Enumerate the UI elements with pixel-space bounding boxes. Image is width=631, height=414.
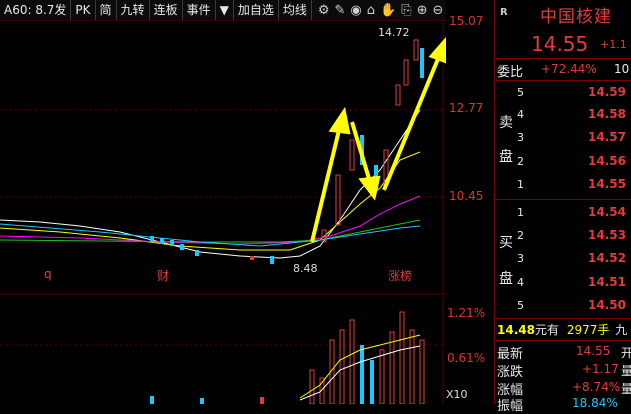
weibi-value: +72.44% xyxy=(541,62,597,76)
quote-suffix-2: 量 xyxy=(621,382,631,396)
event-button[interactable]: 事件 xyxy=(183,0,216,20)
sell-price[interactable]: 14.59 xyxy=(588,85,626,99)
add-watchlist-button[interactable]: 加自选 xyxy=(234,0,279,20)
queue-text: 元有 xyxy=(534,323,559,337)
divider xyxy=(494,58,631,59)
sell-level: 5 xyxy=(517,86,524,99)
quote-value-amp: 18.84% xyxy=(572,396,618,410)
hand-icon[interactable]: ✋ xyxy=(380,3,396,18)
ma-button[interactable]: 均线 xyxy=(279,0,312,20)
sell-price[interactable]: 14.55 xyxy=(588,177,626,191)
quote-suffix-0: 开 xyxy=(621,346,631,360)
buy-level: 5 xyxy=(517,299,524,312)
sell-level: 1 xyxy=(517,178,524,191)
price-tick-top: 15.07 xyxy=(449,14,484,28)
queue-qty: 2977手 xyxy=(566,323,610,337)
buy-side-label-1: 买 xyxy=(499,235,513,251)
buy-price[interactable]: 14.54 xyxy=(588,205,626,219)
volume-tick-top: 1.21% xyxy=(447,306,486,320)
order-queue-row: 14.48元有 2977手 九 xyxy=(497,321,627,338)
buy-price[interactable]: 14.53 xyxy=(588,228,626,242)
sell-level: 3 xyxy=(517,131,524,144)
sell-price[interactable]: 14.57 xyxy=(588,130,626,144)
buy-level: 1 xyxy=(517,206,524,219)
jiuzhuan-button[interactable]: 九转 xyxy=(117,0,150,20)
zoom-factor: X10 xyxy=(446,388,468,401)
buy-price[interactable]: 14.51 xyxy=(588,275,626,289)
lianban-button[interactable]: 连板 xyxy=(150,0,183,20)
price-tick-low: 10.45 xyxy=(449,189,484,203)
lock-icon[interactable]: ⌂ xyxy=(367,3,375,18)
buy-side-label-2: 盘 xyxy=(499,271,513,287)
sell-price[interactable]: 14.56 xyxy=(588,154,626,168)
price-change: +1.1 xyxy=(600,38,627,51)
low-price-label: 8.48 xyxy=(293,262,318,275)
dropdown-arrow-button[interactable]: ▼ xyxy=(216,0,234,20)
quote-label-latest: 最新 xyxy=(497,347,524,362)
quote-value-pct: +8.74% xyxy=(572,380,621,394)
quote-label-amp: 振幅 xyxy=(497,399,524,414)
weibi-extra: 10 xyxy=(614,62,630,76)
buy-price[interactable]: 14.50 xyxy=(588,298,626,312)
sell-level: 2 xyxy=(517,155,524,168)
quote-label-change: 涨跌 xyxy=(497,365,524,380)
current-price: 14.55 xyxy=(531,32,589,56)
event-marker-finance[interactable]: 财 xyxy=(157,267,169,284)
sell-price[interactable]: 14.58 xyxy=(588,107,626,121)
event-marker-q[interactable]: q xyxy=(44,267,52,281)
quote-value-latest: 14.55 xyxy=(576,344,611,358)
divider xyxy=(494,199,631,200)
divider xyxy=(494,80,631,81)
buy-level: 3 xyxy=(517,252,524,265)
stock-name: 中国核建 xyxy=(540,7,612,27)
pk-button[interactable]: PK xyxy=(71,0,96,20)
divider xyxy=(494,340,631,341)
high-price-label: 14.72 xyxy=(378,26,410,39)
eye-icon[interactable]: ◉ xyxy=(350,3,361,18)
weibi-label: 委比 xyxy=(497,65,524,80)
sell-side-label-2: 盘 xyxy=(499,149,513,165)
divider xyxy=(494,318,631,319)
r-badge: R xyxy=(500,7,508,18)
buy-level: 2 xyxy=(517,229,524,242)
zoom-out-icon[interactable]: ⊖ xyxy=(433,3,444,18)
quote-suffix-1: 量 xyxy=(621,364,631,378)
sell-level: 4 xyxy=(517,108,524,121)
toolbar-icons: ⚙ ✎ ◉ ⌂ ✋ ⎘ ⊕ ⊖ xyxy=(318,3,444,18)
settings-icon[interactable]: ⚙ xyxy=(318,3,330,18)
buy-price[interactable]: 14.52 xyxy=(588,251,626,265)
event-marker-rank[interactable]: 涨榜 xyxy=(388,267,412,284)
volume-bars xyxy=(150,311,425,404)
draw-icon[interactable]: ✎ xyxy=(335,3,346,18)
queue-price: 14.48 xyxy=(497,323,535,337)
volume-tick-mid: 0.61% xyxy=(447,351,486,365)
kline-chart[interactable] xyxy=(0,20,446,404)
queue-suffix: 九 xyxy=(615,323,628,337)
zoom-in-icon[interactable]: ⊕ xyxy=(417,3,428,18)
quote-value-change: +1.17 xyxy=(582,362,619,376)
indicator-label[interactable]: A60: 8.7发 xyxy=(0,0,72,20)
copy-icon[interactable]: ⎘ xyxy=(401,3,411,18)
buy-level: 4 xyxy=(517,276,524,289)
sell-side-label-1: 卖 xyxy=(499,115,513,131)
simple-button[interactable]: 简 xyxy=(96,0,117,20)
chart-toolbar: A60: 8.7发 PK 简 九转 连板 事件 ▼ 加自选 均线 ⚙ ✎ ◉ ⌂… xyxy=(0,0,446,21)
price-tick-mid: 12.77 xyxy=(449,101,484,115)
